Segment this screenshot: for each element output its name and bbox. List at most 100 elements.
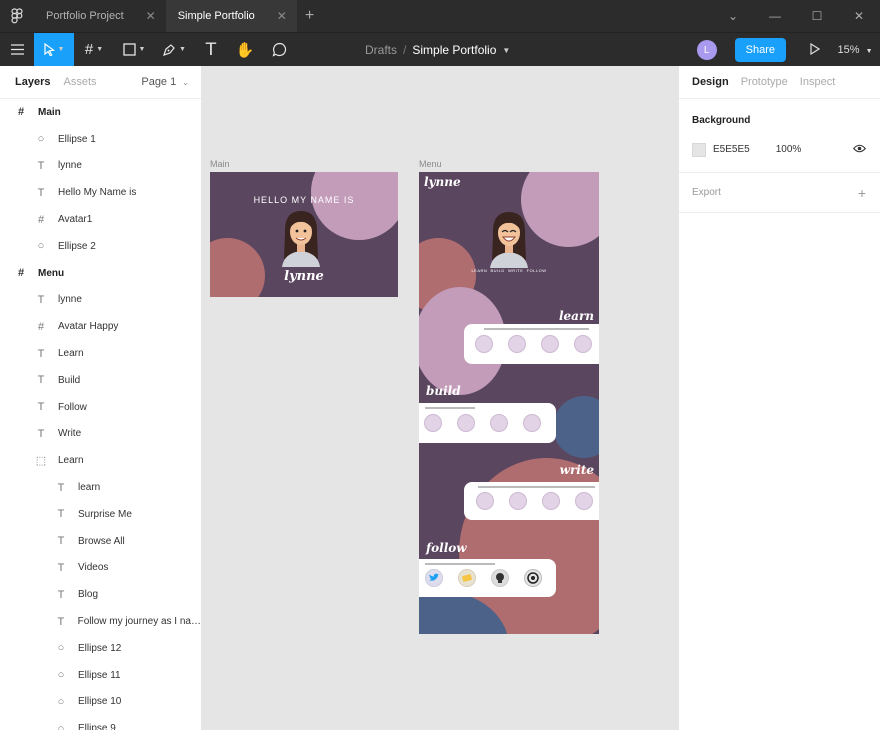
zoom-dropdown[interactable]: 15% ▼: [830, 44, 880, 56]
close-icon[interactable]: ✕: [146, 9, 156, 23]
layer-row[interactable]: T Build: [0, 367, 201, 394]
layer-row[interactable]: T Learn: [0, 340, 201, 367]
tab-design[interactable]: Design: [692, 76, 729, 88]
tab-prototype[interactable]: Prototype: [741, 76, 788, 88]
layer-name: lynne: [58, 294, 82, 306]
layer-row[interactable]: T Browse All: [0, 528, 201, 555]
close-window-icon[interactable]: ✕: [838, 9, 880, 23]
tab-assets[interactable]: Assets: [63, 76, 96, 88]
tab-simple-portfolio[interactable]: Simple Portfolio ✕: [165, 0, 297, 32]
hashnode-icon[interactable]: [524, 569, 542, 587]
figma-logo-icon[interactable]: [0, 0, 34, 32]
eye-visibility-icon[interactable]: [852, 144, 867, 156]
chevron-down-icon[interactable]: ▼: [502, 46, 510, 55]
twitter-icon[interactable]: [425, 569, 443, 587]
layer-row[interactable]: T Follow my journey as I na…: [0, 608, 201, 635]
background-color-swatch[interactable]: [692, 142, 706, 157]
tab-layers[interactable]: Layers: [15, 76, 50, 88]
write-item-3[interactable]: [542, 492, 560, 510]
build-item-2[interactable]: [457, 414, 475, 432]
hamburger-menu-icon[interactable]: [0, 33, 34, 67]
write-card: [464, 482, 599, 520]
frame-label-main[interactable]: Main: [210, 159, 230, 169]
layer-row[interactable]: T Follow: [0, 394, 201, 421]
layer-row[interactable]: T Blog: [0, 581, 201, 608]
chevron-down-icon: ▼: [57, 46, 65, 53]
learn-videos-button[interactable]: [508, 335, 526, 353]
hand-tool-button[interactable]: ✋: [228, 33, 262, 67]
present-play-icon[interactable]: [800, 42, 830, 58]
layer-row[interactable]: # Avatar Happy: [0, 313, 201, 340]
background-opacity-value[interactable]: 100%: [776, 144, 802, 155]
layer-row[interactable]: ○ Ellipse 10: [0, 689, 201, 716]
add-export-plus-icon[interactable]: +: [858, 185, 866, 201]
section-title-follow: follow: [426, 541, 467, 555]
breadcrumb-drafts[interactable]: Drafts: [365, 43, 397, 57]
layer-row[interactable]: ○ Ellipse 2: [0, 233, 201, 260]
shape-tool-button[interactable]: ▼: [114, 33, 154, 67]
frame-main[interactable]: HELLO MY NAME IS lynne: [210, 172, 398, 297]
layer-row[interactable]: ○ Ellipse 1: [0, 126, 201, 153]
layer-row[interactable]: T Hello My Name is: [0, 179, 201, 206]
text-icon: T: [37, 374, 45, 387]
devto-icon[interactable]: [458, 569, 476, 587]
tab-portfolio-project[interactable]: Portfolio Project ✕: [34, 0, 166, 32]
build-item-4[interactable]: [523, 414, 541, 432]
layer-row[interactable]: # Main: [0, 99, 201, 126]
pen-icon: [163, 43, 175, 56]
user-avatar[interactable]: L: [696, 40, 717, 60]
layer-row[interactable]: Tlynne: [0, 287, 201, 314]
learn-surprise-me-button[interactable]: [574, 335, 592, 353]
toolbar: ▼ # ▼ ▼ ▼ T ✋ Drafts / Simple Portfolio …: [0, 32, 880, 67]
github-icon[interactable]: [491, 569, 509, 587]
minimize-icon[interactable]: —: [754, 9, 796, 23]
canvas[interactable]: Main Menu HELLO MY NAME IS lynne lynne L…: [202, 66, 678, 730]
group-icon: ⬚: [35, 455, 47, 468]
learn-blog-button[interactable]: [475, 335, 493, 353]
frame-tool-button[interactable]: # ▼: [74, 33, 114, 67]
layer-name: Ellipse 12: [78, 642, 122, 654]
build-item-3[interactable]: [490, 414, 508, 432]
page-selector[interactable]: Page 1 ⌄: [141, 76, 189, 88]
chevron-down-icon: ▼: [865, 48, 873, 55]
text-icon: T: [37, 347, 45, 360]
layer-name: Write: [58, 428, 82, 440]
layer-row[interactable]: # Avatar1: [0, 206, 201, 233]
text-icon: T: [37, 427, 45, 440]
frame-label-menu[interactable]: Menu: [419, 159, 442, 169]
layer-row[interactable]: T Surprise Me: [0, 501, 201, 528]
maximize-icon[interactable]: ☐: [796, 9, 838, 23]
comment-tool-button[interactable]: [262, 33, 296, 67]
write-item-1[interactable]: [476, 492, 494, 510]
chevron-down-icon[interactable]: ⌄: [712, 9, 754, 23]
layer-row[interactable]: T Videos: [0, 555, 201, 582]
layer-row[interactable]: ○ Ellipse 9: [0, 715, 201, 730]
write-item-2[interactable]: [509, 492, 527, 510]
text-tool-button[interactable]: T: [194, 33, 228, 67]
pen-tool-button[interactable]: ▼: [154, 33, 194, 67]
close-icon[interactable]: ✕: [277, 9, 287, 23]
section-title-write: write: [559, 463, 594, 477]
background-hex-value[interactable]: E5E5E5: [713, 144, 750, 155]
layer-row[interactable]: ○ Ellipse 11: [0, 662, 201, 689]
layer-row[interactable]: ○ Ellipse 12: [0, 635, 201, 662]
build-item-1[interactable]: [424, 414, 442, 432]
layer-row[interactable]: Tlearn: [0, 474, 201, 501]
write-item-4[interactable]: [575, 492, 593, 510]
move-tool-button[interactable]: ▼: [34, 32, 74, 67]
file-name[interactable]: Simple Portfolio: [412, 43, 496, 57]
layer-name: Main: [38, 106, 61, 118]
text-icon: T: [57, 535, 65, 548]
section-title-build: build: [426, 384, 461, 398]
learn-browse-all-button[interactable]: [541, 335, 559, 353]
layer-row[interactable]: ⬚ Learn: [0, 447, 201, 474]
new-tab-plus-icon[interactable]: +: [297, 0, 322, 32]
layer-row[interactable]: T Write: [0, 421, 201, 448]
layer-name: Videos: [78, 562, 109, 574]
share-button[interactable]: Share: [734, 38, 786, 62]
layer-row[interactable]: # Menu: [0, 260, 201, 287]
layer-row[interactable]: Tlynne: [0, 153, 201, 180]
frame-menu[interactable]: lynne LEARN BUILD WRITE FOLLOW learn bui…: [419, 172, 599, 634]
build-card: [419, 403, 556, 443]
tab-inspect[interactable]: Inspect: [800, 76, 835, 88]
